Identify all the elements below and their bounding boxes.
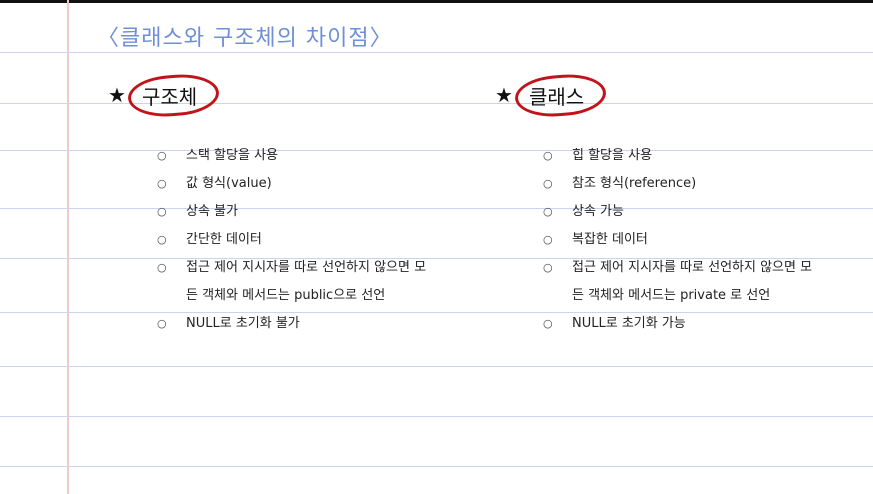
circle-bullet-icon: ○	[543, 261, 553, 274]
list-item: ○ 힙 할당을 사용	[543, 142, 812, 170]
list-item: ○ NULL로 초기화 가능	[543, 310, 812, 338]
list-item: ○ 상속 가능	[543, 198, 812, 226]
circle-bullet-icon: ○	[543, 177, 553, 190]
list-item: ○ 접근 제어 지시자를 따로 선언하지 않으면 모든 객체와 메서드는 publ…	[157, 254, 426, 310]
list-item: ○ 간단한 데이터	[157, 226, 426, 254]
red-circle-highlight	[126, 71, 221, 119]
circle-bullet-icon: ○	[157, 149, 167, 162]
circle-bullet-icon: ○	[157, 317, 167, 330]
star-icon: ★	[495, 83, 513, 107]
list-item: ○ 상속 불가	[157, 198, 426, 226]
star-icon: ★	[108, 83, 126, 107]
list-item: ○ NULL로 초기화 불가	[157, 310, 426, 338]
circle-bullet-icon: ○	[157, 177, 167, 190]
margin-line	[67, 0, 69, 494]
struct-list: ○ 스택 할당을 사용 ○ 값 형식(value) ○ 상속 불가 ○ 간단한 데이터 …	[157, 142, 426, 338]
red-circle-highlight	[513, 71, 608, 119]
page-title: 〈클래스와 구조체의 차이점〉	[97, 26, 393, 51]
circle-bullet-icon: ○	[157, 261, 167, 274]
list-item: ○ 접근 제어 지시자를 따로 선언하지 않으면 모든 객체와 메서드는 priv…	[543, 254, 812, 310]
list-item: ○ 참조 형식(reference)	[543, 170, 812, 198]
class-list: ○ 힙 할당을 사용 ○ 참조 형식(reference) ○ 상속 가능 ○ 복잡한 …	[543, 142, 812, 338]
struct-heading: ★ 구조체	[108, 71, 221, 119]
list-item: ○ 스택 할당을 사용	[157, 142, 426, 170]
circle-bullet-icon: ○	[157, 205, 167, 218]
list-item: ○ 값 형식(value)	[157, 170, 426, 198]
class-heading: ★ 클래스	[495, 71, 608, 119]
circle-bullet-icon: ○	[543, 233, 553, 246]
circle-bullet-icon: ○	[543, 205, 553, 218]
list-item: ○ 복잡한 데이터	[543, 226, 812, 254]
circle-bullet-icon: ○	[543, 317, 553, 330]
circle-bullet-icon: ○	[157, 233, 167, 246]
circle-bullet-icon: ○	[543, 149, 553, 162]
